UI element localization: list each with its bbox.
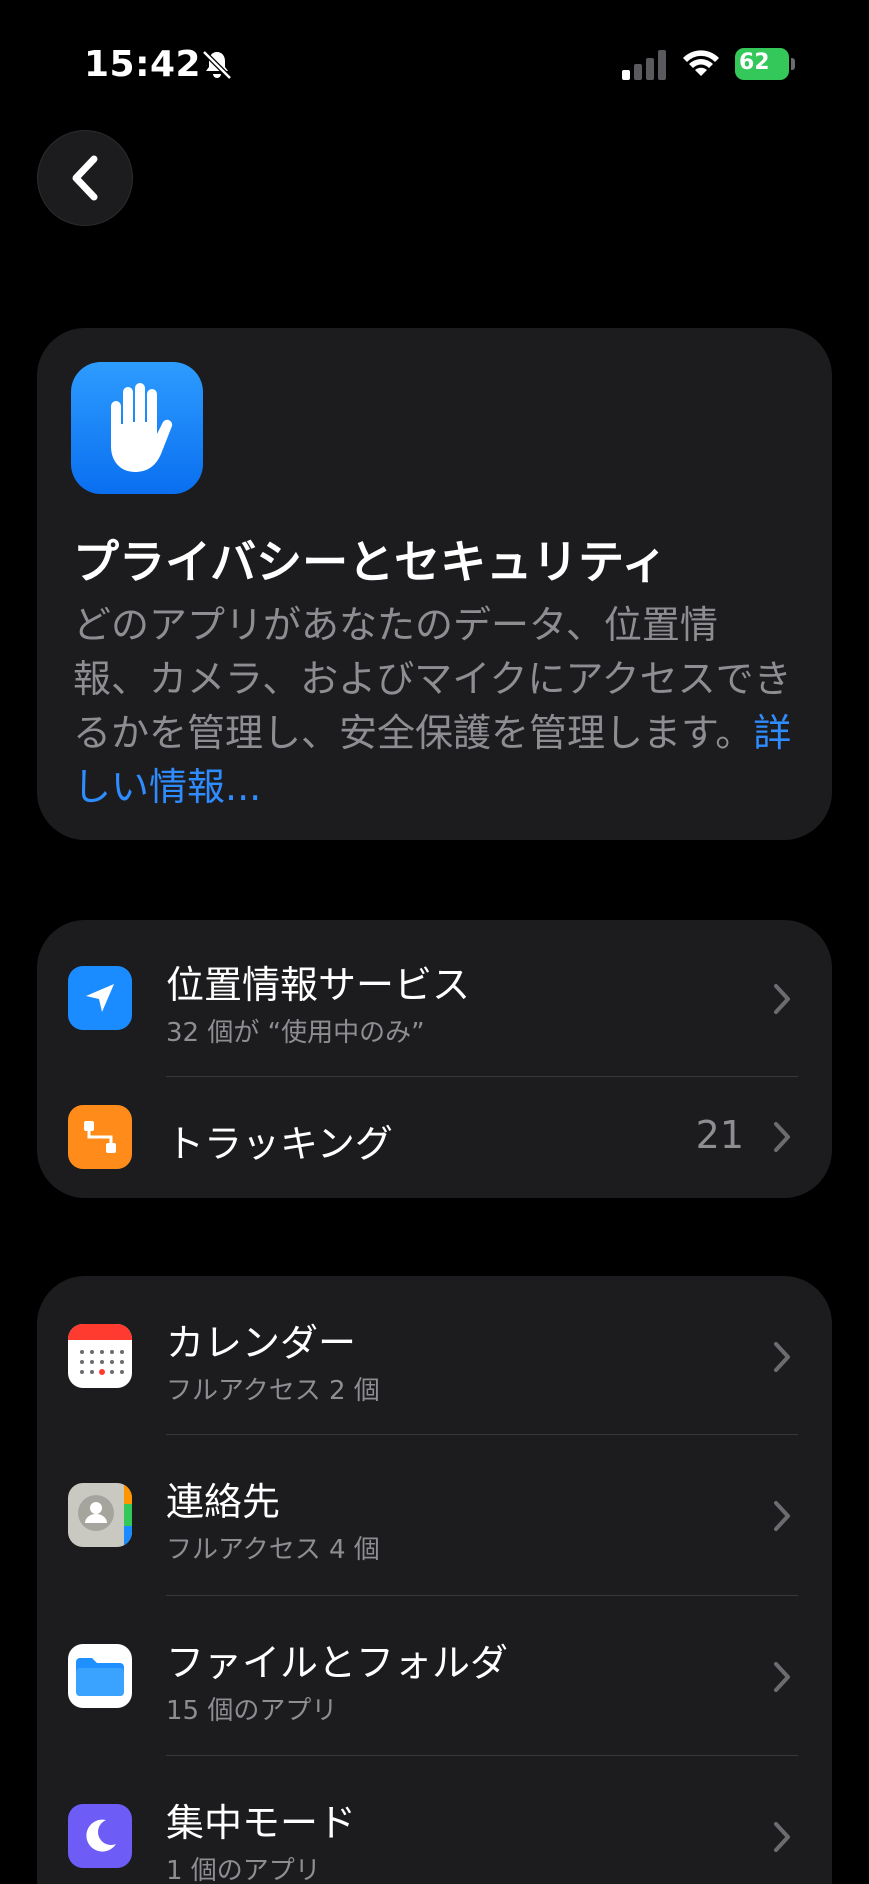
battery-icon: 62 (735, 48, 795, 80)
calendar-icon (68, 1324, 132, 1388)
status-bar: 15:42 62 (0, 0, 869, 130)
chevron-right-icon (774, 1822, 790, 1852)
back-button[interactable] (37, 130, 133, 226)
list-item-contacts[interactable]: 連絡先 フルアクセス 4 個 (37, 1435, 832, 1595)
row-title: トラッキング (166, 1122, 393, 1166)
list-item-files-folders[interactable]: ファイルとフォルダ 15 個のアプリ (37, 1596, 832, 1755)
list-item-location-services[interactable]: 位置情報サービス 32 個が “使用中のみ” (37, 920, 832, 1076)
wifi-icon (683, 50, 719, 76)
row-subtitle: フルアクセス 4 個 (166, 1535, 380, 1565)
location-tracking-group: 位置情報サービス 32 個が “使用中のみ” トラッキング 21 (37, 920, 832, 1198)
row-subtitle: 15 個のアプリ (166, 1696, 338, 1726)
chevron-right-icon (774, 984, 790, 1014)
row-title: カレンダー (166, 1321, 357, 1365)
chevron-left-icon (72, 155, 98, 201)
tracking-count: 21 (695, 1113, 744, 1157)
battery-level: 62 (739, 50, 770, 75)
chevron-right-icon (774, 1662, 790, 1692)
bell-slash-icon (202, 50, 232, 80)
row-title: 位置情報サービス (166, 963, 471, 1007)
permissions-group: カレンダー フルアクセス 2 個 連絡先 フルアクセス 4 個 ファイルとフォル… (37, 1276, 832, 1884)
row-title: 連絡先 (166, 1480, 281, 1524)
privacy-header-card: プライバシーとセキュリティ どのアプリがあなたのデータ、位置情報、カメラ、および… (37, 328, 832, 840)
page-description: どのアプリがあなたのデータ、位置情報、カメラ、およびマイクにアクセスできるかを管… (73, 598, 793, 814)
row-subtitle: 1 個のアプリ (166, 1856, 321, 1884)
description-text: どのアプリがあなたのデータ、位置情報、カメラ、およびマイクにアクセスできるかを管… (73, 603, 792, 755)
moon-icon (68, 1804, 132, 1868)
list-item-calendar[interactable]: カレンダー フルアクセス 2 個 (37, 1276, 832, 1434)
tracking-icon (68, 1105, 132, 1169)
cellular-signal-icon (622, 50, 666, 80)
chevron-right-icon (774, 1501, 790, 1531)
contacts-icon (68, 1483, 132, 1547)
location-arrow-icon (68, 966, 132, 1030)
status-time: 15:42 (84, 44, 202, 85)
row-subtitle: フルアクセス 2 個 (166, 1376, 380, 1406)
chevron-right-icon (774, 1342, 790, 1372)
list-item-focus[interactable]: 集中モード 1 個のアプリ (37, 1756, 832, 1884)
folder-icon (68, 1644, 132, 1708)
list-item-tracking[interactable]: トラッキング 21 (37, 1077, 832, 1198)
raised-hand-icon (71, 362, 203, 494)
row-title: 集中モード (166, 1801, 357, 1845)
row-title: ファイルとフォルダ (166, 1641, 509, 1685)
chevron-right-icon (774, 1122, 790, 1152)
page-title: プライバシーとセキュリティ (73, 535, 668, 589)
row-subtitle: 32 個が “使用中のみ” (166, 1018, 425, 1048)
